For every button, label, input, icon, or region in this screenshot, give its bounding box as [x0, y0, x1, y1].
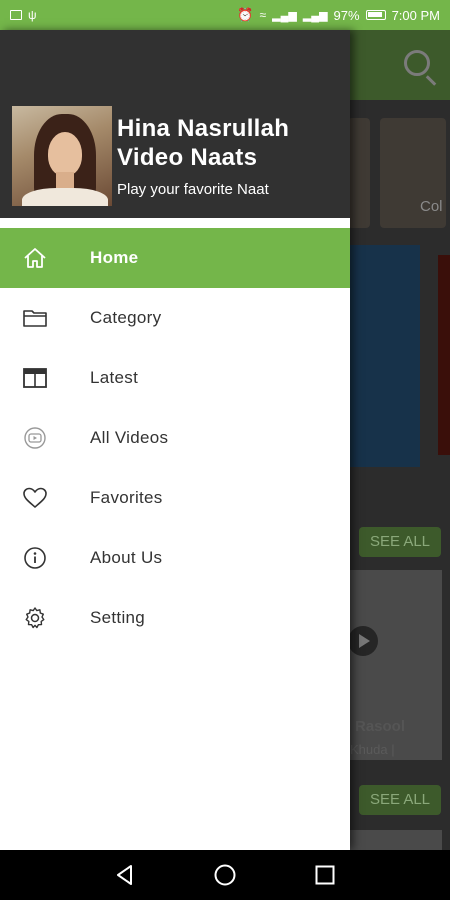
play-icon — [348, 626, 378, 656]
see-all-button: SEE ALL — [359, 527, 441, 557]
folder-icon — [23, 310, 47, 327]
banner-image — [438, 255, 450, 455]
menu-label: Home — [90, 248, 139, 267]
window-icon — [23, 368, 47, 388]
drawer-menu: Home Category Latest All Videos Favorite… — [0, 228, 350, 648]
search-icon — [404, 50, 430, 76]
navigation-drawer: Hina Nasrullah Video Naats Play your fav… — [0, 30, 350, 850]
wifi-icon: ≈ — [259, 8, 267, 22]
app-subtitle: Play your favorite Naat — [117, 181, 269, 198]
menu-item-home[interactable]: Home — [0, 228, 350, 288]
menu-label: Setting — [90, 608, 146, 627]
back-button[interactable] — [113, 863, 137, 887]
signal-icon-2: ▂▄▆ — [302, 9, 328, 22]
alarm-icon: ⏰ — [237, 7, 254, 22]
see-all-button: SEE ALL — [359, 785, 441, 815]
status-notifications: ψ — [10, 8, 37, 22]
video-card-title: Rasool — [355, 718, 406, 735]
category-thumb — [348, 118, 370, 228]
menu-item-category[interactable]: Category — [0, 288, 350, 348]
drawer-header: Hina Nasrullah Video Naats Play your fav… — [0, 30, 350, 218]
usb-icon: ψ — [28, 8, 37, 22]
screen-icon — [10, 10, 22, 20]
menu-item-about-us[interactable]: About Us — [0, 528, 350, 588]
heart-icon — [23, 487, 47, 508]
status-indicators: ⏰ ≈ ▂▄▆ ▂▄▆ 97% 7:00 PM — [237, 7, 440, 23]
menu-item-favorites[interactable]: Favorites — [0, 468, 350, 528]
menu-label: Favorites — [90, 488, 163, 507]
menu-item-latest[interactable]: Latest — [0, 348, 350, 408]
info-icon — [24, 547, 46, 569]
category-label: Col — [420, 198, 443, 215]
banner-image — [350, 245, 420, 467]
avatar — [12, 106, 112, 206]
menu-item-setting[interactable]: Setting — [0, 588, 350, 648]
gear-icon — [25, 607, 45, 629]
system-nav-bar — [0, 850, 450, 900]
home-icon — [24, 248, 46, 268]
menu-label: All Videos — [90, 428, 169, 447]
status-bar: ψ ⏰ ≈ ▂▄▆ ▂▄▆ 97% 7:00 PM — [0, 0, 450, 30]
youtube-icon — [24, 427, 46, 449]
app-title: Hina Nasrullah Video Naats — [117, 115, 290, 171]
battery-icon — [365, 10, 386, 20]
video-card-subtitle: Khuda | — [350, 742, 395, 757]
signal-icon: ▂▄▆ — [272, 9, 297, 22]
menu-label: Category — [90, 308, 162, 327]
battery-percent: 97% — [333, 7, 360, 23]
menu-label: About Us — [90, 548, 163, 567]
recents-button[interactable] — [313, 863, 337, 887]
menu-label: Latest — [90, 368, 139, 387]
menu-item-all-videos[interactable]: All Videos — [0, 408, 350, 468]
video-card — [350, 830, 442, 850]
clock: 7:00 PM — [391, 7, 440, 23]
home-button[interactable] — [213, 863, 237, 887]
